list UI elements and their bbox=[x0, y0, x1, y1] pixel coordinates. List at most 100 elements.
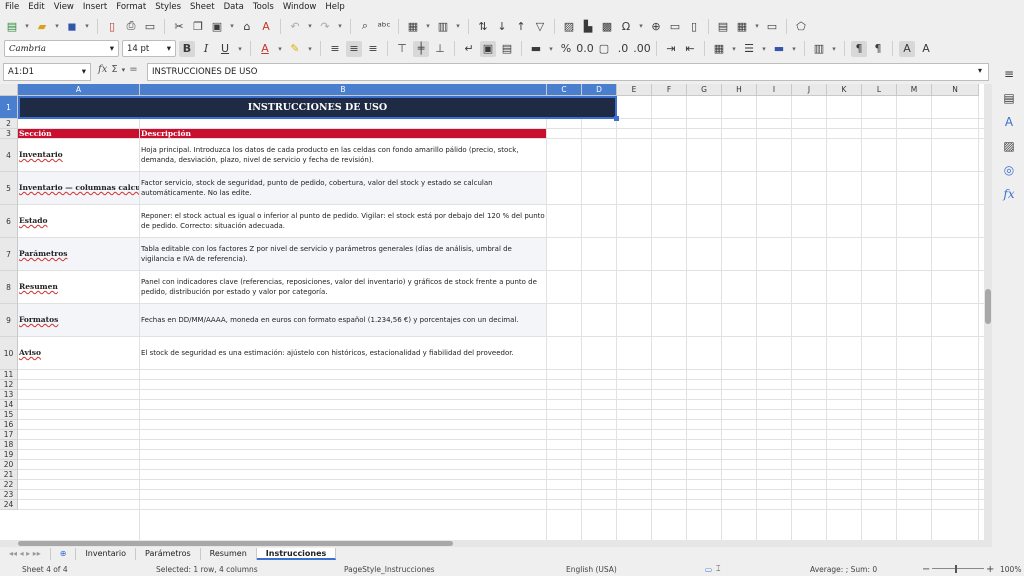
row-header[interactable]: 17 bbox=[0, 430, 18, 440]
add-decimal-icon[interactable]: .0 bbox=[615, 41, 631, 57]
new-icon[interactable]: ▤ bbox=[4, 18, 20, 34]
status-page-style[interactable]: PageStyle_Instrucciones bbox=[344, 565, 435, 574]
font-color-dropdown-icon[interactable]: ▾ bbox=[276, 41, 284, 57]
description-cell[interactable]: Reponer: el stock actual es igual o infe… bbox=[140, 205, 547, 238]
comment-icon[interactable]: ▭ bbox=[667, 18, 683, 34]
status-language[interactable]: English (USA) bbox=[566, 565, 617, 574]
properties-icon[interactable]: ▤ bbox=[1001, 90, 1017, 106]
row-header[interactable]: 20 bbox=[0, 460, 18, 470]
section-cell[interactable]: Inventario bbox=[18, 139, 140, 172]
menu-styles[interactable]: Styles bbox=[155, 2, 181, 12]
italic-icon[interactable]: I bbox=[198, 41, 214, 57]
row-header[interactable]: 10 bbox=[0, 337, 18, 370]
date-format-icon[interactable]: ▢ bbox=[596, 41, 612, 57]
zoom-slider-handle[interactable] bbox=[955, 565, 957, 573]
spreadsheet-grid[interactable]: A B C D E F G H I J K L M N 1 2 3 4 5 6 7 8 9 10 11 12 13 14 15 16 17 1… bbox=[0, 84, 984, 540]
menu-data[interactable]: Data bbox=[224, 2, 244, 12]
sidebar-menu-icon[interactable]: ≡ bbox=[1001, 66, 1017, 82]
column-dropdown-icon[interactable]: ▾ bbox=[454, 18, 462, 34]
row-header[interactable]: 14 bbox=[0, 400, 18, 410]
pivot-table-icon[interactable]: ▩ bbox=[599, 18, 615, 34]
special-character-dropdown-icon[interactable]: ▾ bbox=[637, 18, 645, 34]
sum-dropdown-icon[interactable]: ▾ bbox=[122, 66, 126, 74]
row-header[interactable]: 3 bbox=[0, 129, 18, 139]
text-horizontal-icon[interactable]: A bbox=[899, 40, 915, 57]
tab-resumen[interactable]: Resumen bbox=[201, 548, 257, 560]
align-top-icon[interactable]: ⊤ bbox=[394, 41, 410, 57]
conditional-format-icon[interactable]: ▥ bbox=[811, 41, 827, 57]
column-header[interactable]: A bbox=[18, 84, 140, 96]
column-header[interactable]: J bbox=[792, 84, 827, 96]
column-header[interactable]: N bbox=[932, 84, 979, 96]
row-header[interactable]: 8 bbox=[0, 271, 18, 304]
tab-instrucciones[interactable]: Instrucciones bbox=[256, 548, 337, 560]
formula-input[interactable]: INSTRUCCIONES DE USO bbox=[147, 63, 989, 81]
description-cell[interactable]: El stock de seguridad es una estimación:… bbox=[140, 337, 547, 370]
column-header[interactable]: E bbox=[617, 84, 652, 96]
borders-icon[interactable]: ▦ bbox=[711, 41, 727, 57]
add-sheet-icon[interactable]: ⊕ bbox=[51, 548, 77, 560]
row-header[interactable]: 22 bbox=[0, 480, 18, 490]
header-section-cell[interactable]: Sección bbox=[18, 129, 140, 139]
row-header[interactable]: 15 bbox=[0, 410, 18, 420]
font-color-icon[interactable]: A bbox=[257, 41, 273, 57]
horizontal-scroll-thumb[interactable] bbox=[18, 541, 453, 546]
undo-icon[interactable]: ↶ bbox=[287, 18, 303, 34]
section-cell[interactable]: Parámetros bbox=[18, 238, 140, 271]
font-name-box[interactable]: Cambria ▾ bbox=[4, 40, 119, 57]
borders-dropdown-icon[interactable]: ▾ bbox=[730, 41, 738, 57]
equals-icon[interactable]: = bbox=[129, 64, 137, 75]
column-header[interactable]: L bbox=[862, 84, 897, 96]
status-sum[interactable]: Average: ; Sum: 0 bbox=[810, 565, 877, 574]
sort-descending-icon[interactable]: ↑ bbox=[513, 18, 529, 34]
conditional-dropdown-icon[interactable]: ▾ bbox=[830, 41, 838, 57]
define-print-area-icon[interactable]: ▤ bbox=[715, 18, 731, 34]
special-character-icon[interactable]: Ω bbox=[618, 18, 634, 34]
zoom-out-icon[interactable]: − bbox=[922, 564, 930, 575]
description-cell[interactable]: Tabla editable con los factores Z por ni… bbox=[140, 238, 547, 271]
paste-dropdown-icon[interactable]: ▾ bbox=[228, 18, 236, 34]
row-header[interactable]: 2 bbox=[0, 119, 18, 129]
number-format-icon[interactable]: 0.0 bbox=[576, 41, 594, 57]
copy-icon[interactable]: ❐ bbox=[190, 18, 206, 34]
merge-center-icon[interactable]: ▣ bbox=[480, 40, 496, 57]
print-preview-icon[interactable]: ▭ bbox=[142, 18, 158, 34]
zoom-level[interactable]: 100% bbox=[1000, 565, 1021, 574]
autofilter-icon[interactable]: ▽ bbox=[532, 18, 548, 34]
zoom-slider[interactable] bbox=[932, 568, 984, 569]
column-header[interactable]: K bbox=[827, 84, 862, 96]
left-to-right-icon[interactable]: ¶ bbox=[851, 40, 867, 57]
menu-file[interactable]: File bbox=[5, 2, 19, 12]
freeze-rows-columns-icon[interactable]: ▦ bbox=[734, 18, 750, 34]
new-dropdown-icon[interactable]: ▾ bbox=[23, 18, 31, 34]
row-header[interactable]: 21 bbox=[0, 470, 18, 480]
selection-handle[interactable] bbox=[614, 116, 619, 121]
open-dropdown-icon[interactable]: ▾ bbox=[53, 18, 61, 34]
row-header[interactable]: 24 bbox=[0, 500, 18, 510]
row-header[interactable]: 4 bbox=[0, 139, 18, 172]
menu-format[interactable]: Format bbox=[116, 2, 146, 12]
underline-dropdown-icon[interactable]: ▾ bbox=[236, 41, 244, 57]
save-icon[interactable]: ◼ bbox=[64, 18, 80, 34]
menu-sheet[interactable]: Sheet bbox=[190, 2, 215, 12]
increase-indent-icon[interactable]: ⇥ bbox=[663, 41, 679, 57]
row-header[interactable]: 6 bbox=[0, 205, 18, 238]
section-cell[interactable]: Resumen bbox=[18, 271, 140, 304]
vertical-scrollbar[interactable] bbox=[984, 84, 992, 540]
border-style-icon[interactable]: ☰ bbox=[741, 41, 757, 57]
navigator-icon[interactable]: ◎ bbox=[1001, 162, 1017, 178]
column-header[interactable]: G bbox=[687, 84, 722, 96]
vertical-scroll-thumb[interactable] bbox=[985, 289, 991, 324]
section-cell[interactable]: Formatos bbox=[18, 304, 140, 337]
title-cell[interactable]: INSTRUCCIONES DE USO bbox=[18, 96, 617, 119]
row-header[interactable]: 1 bbox=[0, 96, 18, 119]
hyperlink-icon[interactable]: ⊕ bbox=[648, 18, 664, 34]
sort-icon[interactable]: ⇅ bbox=[475, 18, 491, 34]
underline-icon[interactable]: U bbox=[217, 41, 233, 57]
column-header[interactable]: F bbox=[652, 84, 687, 96]
clone-formatting-icon[interactable]: ⌂ bbox=[239, 18, 255, 34]
column-icon[interactable]: ▥ bbox=[435, 18, 451, 34]
section-cell[interactable]: Inventario — columnas calculadas bbox=[18, 172, 140, 205]
headers-footers-icon[interactable]: ▯ bbox=[686, 18, 702, 34]
expand-formula-icon[interactable]: ▾ bbox=[978, 66, 982, 75]
